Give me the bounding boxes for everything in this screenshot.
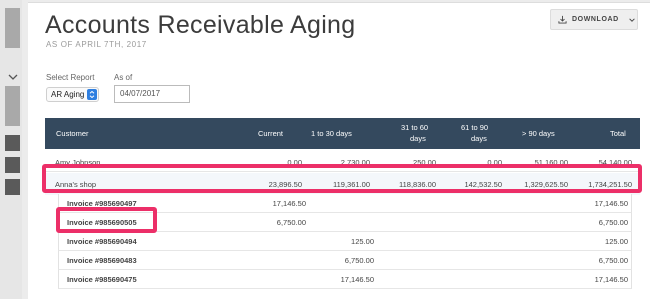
download-button[interactable]: DOWNLOAD — [550, 9, 638, 30]
rail-block[interactable] — [5, 179, 20, 195]
left-rail — [0, 0, 22, 299]
highlight-box — [56, 207, 157, 233]
cell-1-30: 17,146.50 — [340, 275, 374, 284]
report-card: Accounts Receivable Aging AS OF APRIL 7T… — [28, 2, 650, 299]
cell-current: 17,146.50 — [272, 199, 306, 208]
chevron-down-icon — [628, 16, 636, 24]
rail-block[interactable] — [5, 157, 20, 173]
report-select[interactable]: AR Aging — [46, 87, 99, 102]
page-title: Accounts Receivable Aging — [45, 11, 356, 39]
cell-1-30: 125.00 — [351, 237, 374, 246]
rail-block — [5, 86, 20, 126]
cell-total: 6,750.00 — [598, 218, 628, 227]
select-spinner-icon — [87, 89, 97, 100]
col-31-60-line2[interactable]: days — [410, 134, 426, 143]
download-label: DOWNLOAD — [572, 16, 619, 23]
cell-total: 125.00 — [605, 237, 628, 246]
highlight-box — [42, 164, 642, 193]
page-subtitle: AS OF APRIL 7TH, 2017 — [46, 40, 147, 49]
download-icon — [558, 15, 567, 24]
cell-1-30: 6,750.00 — [344, 256, 374, 265]
cell-current: 6,750.00 — [276, 218, 306, 227]
col-61-90-line1[interactable]: 61 to 90 — [461, 123, 488, 132]
col-1-30[interactable]: 1 to 30 days — [311, 129, 352, 138]
invoice-link[interactable]: Invoice #985690494 — [67, 237, 137, 246]
invoice-row: Invoice #985690494 125.00 125.00 — [58, 232, 632, 251]
invoice-row: Invoice #985690475 17,146.50 17,146.50 — [58, 270, 632, 289]
as-of-date-input[interactable]: 04/07/2017 — [114, 85, 190, 103]
as-of-label: As of — [114, 73, 133, 82]
select-report-label: Select Report — [46, 73, 95, 82]
rail-block — [5, 8, 20, 48]
table-header: Customer Current 1 to 30 days 31 to 60 d… — [45, 118, 640, 149]
invoice-link[interactable]: Invoice #985690483 — [67, 256, 137, 265]
chevron-down-icon[interactable] — [6, 70, 20, 84]
col-over-90[interactable]: > 90 days — [522, 129, 555, 138]
cell-total: 17,146.50 — [594, 275, 628, 284]
col-total[interactable]: Total — [610, 129, 626, 138]
col-61-90-line2[interactable]: days — [471, 134, 487, 143]
invoice-link[interactable]: Invoice #985690475 — [67, 275, 137, 284]
rail-block[interactable] — [5, 135, 20, 151]
col-customer[interactable]: Customer — [56, 129, 89, 138]
report-select-value: AR Aging — [51, 90, 85, 99]
cell-total: 17,146.50 — [594, 199, 628, 208]
col-current[interactable]: Current — [258, 129, 283, 138]
col-31-60-line1[interactable]: 31 to 60 — [401, 123, 428, 132]
invoice-row: Invoice #985690483 6,750.00 6,750.00 — [58, 251, 632, 270]
cell-total: 6,750.00 — [598, 256, 628, 265]
